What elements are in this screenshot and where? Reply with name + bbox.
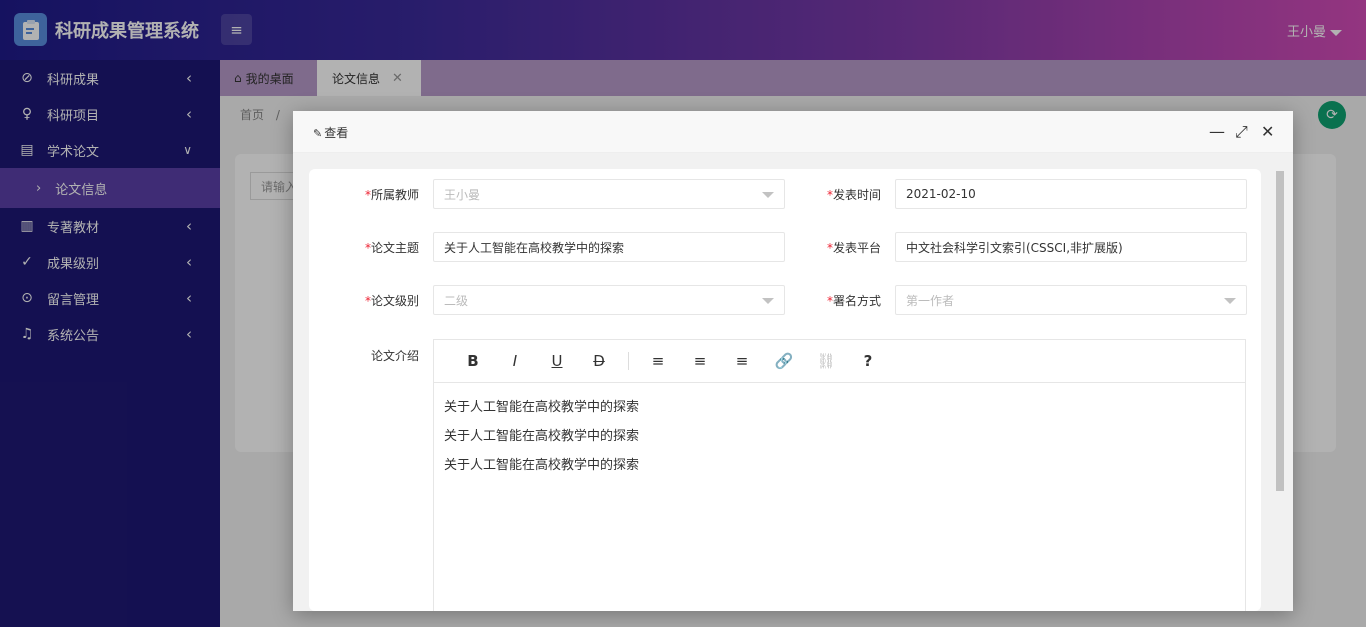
field-label: *论文级别: [364, 293, 419, 308]
modal-title: ✎ 查看: [313, 124, 348, 141]
modal-title-text: 查看: [324, 126, 349, 140]
link-icon[interactable]: 🔗: [763, 352, 805, 370]
modal-body: *所属教师 王小曼 *发表时间 2021-02-10 *论文主题 关于人工智能在…: [309, 169, 1261, 611]
bold-icon[interactable]: B: [452, 352, 494, 370]
field-label: 论文介绍: [370, 349, 419, 363]
signature-select[interactable]: 第一作者: [895, 285, 1247, 315]
underline-icon[interactable]: U: [536, 352, 578, 370]
maximize-icon[interactable]: ⤢: [1235, 122, 1248, 142]
field-label: *发表时间: [826, 187, 881, 202]
row-level: *论文级别 二级: [323, 285, 785, 315]
editor-line: 关于人工智能在高校教学中的探索: [444, 458, 640, 473]
align-right-icon[interactable]: ≡: [721, 352, 763, 370]
edit-icon: ✎: [313, 127, 323, 140]
dropdown-arrow-icon: [1224, 298, 1236, 304]
rich-text-editor[interactable]: B I U D ≡ ≡ ≡ 🔗 ⛓ ? 关于人工智能在高校教学中的探索 关于人工…: [433, 339, 1246, 611]
italic-icon[interactable]: I: [494, 352, 536, 370]
platform-field[interactable]: 中文社会科学引文索引(CSSCI,非扩展版): [895, 232, 1247, 262]
modal-scrollbar[interactable]: [1273, 159, 1286, 611]
strikethrough-icon[interactable]: D: [578, 352, 620, 370]
row-topic: *论文主题 关于人工智能在高校教学中的探索: [323, 232, 785, 262]
topic-field[interactable]: 关于人工智能在高校教学中的探索: [433, 232, 785, 262]
editor-toolbar: B I U D ≡ ≡ ≡ 🔗 ⛓ ?: [434, 340, 1245, 383]
align-left-icon[interactable]: ≡: [637, 352, 679, 370]
unlink-icon[interactable]: ⛓: [805, 352, 847, 370]
editor-content[interactable]: 关于人工智能在高校教学中的探索 关于人工智能在高校教学中的探索 关于人工智能在高…: [434, 383, 1245, 490]
field-label: *发表平台: [826, 240, 881, 255]
align-center-icon[interactable]: ≡: [679, 352, 721, 370]
toolbar-divider: [628, 352, 629, 370]
teacher-select[interactable]: 王小曼: [433, 179, 785, 209]
row-signature: *署名方式 第一作者: [785, 285, 1247, 315]
dropdown-arrow-icon: [762, 298, 774, 304]
dropdown-arrow-icon: [762, 192, 774, 198]
editor-line: 关于人工智能在高校教学中的探索: [444, 429, 640, 444]
view-modal: ✎ 查看 — ⤢ ✕ *所属教师 王小曼 *发表时间 2021-02-10 *论文…: [293, 111, 1293, 611]
scrollbar-thumb[interactable]: [1276, 171, 1284, 491]
close-icon[interactable]: ✕: [1261, 122, 1274, 141]
modal-header: ✎ 查看 — ⤢ ✕: [293, 111, 1293, 153]
row-platform: *发表平台 中文社会科学引文索引(CSSCI,非扩展版): [785, 232, 1247, 262]
field-label: *所属教师: [364, 187, 419, 202]
editor-line: 关于人工智能在高校教学中的探索: [444, 400, 640, 415]
field-label: *署名方式: [826, 293, 881, 308]
help-icon[interactable]: ?: [847, 352, 889, 370]
publish-time-field[interactable]: 2021-02-10: [895, 179, 1247, 209]
minimize-icon[interactable]: —: [1209, 122, 1225, 141]
row-publish-time: *发表时间 2021-02-10: [785, 179, 1247, 209]
row-teacher: *所属教师 王小曼: [323, 179, 785, 209]
field-label: *论文主题: [364, 240, 419, 255]
level-select[interactable]: 二级: [433, 285, 785, 315]
